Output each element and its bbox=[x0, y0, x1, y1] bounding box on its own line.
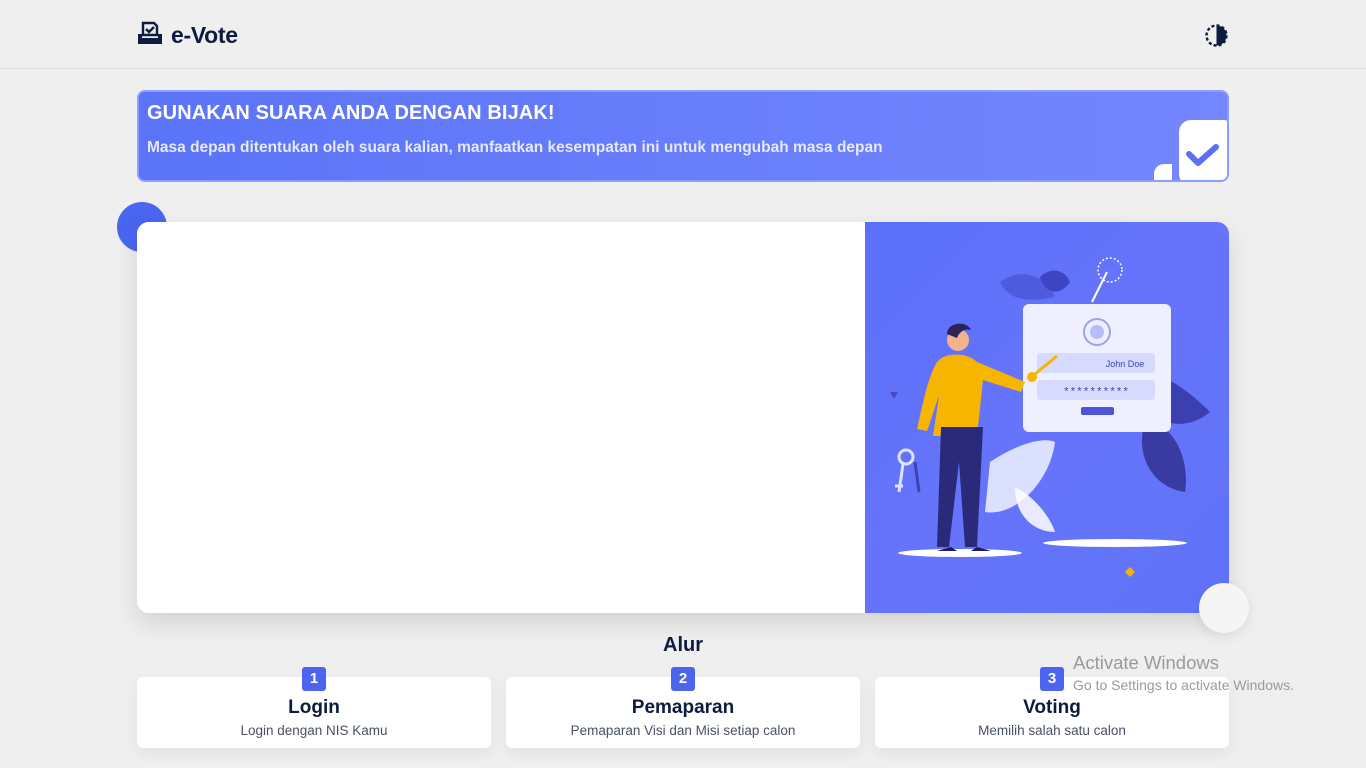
step-number-badge: 2 bbox=[671, 667, 695, 691]
app-name: e-Vote bbox=[171, 22, 238, 48]
step-title: Voting bbox=[1023, 697, 1081, 718]
step-description: Memilih salah satu calon bbox=[978, 723, 1126, 738]
step-description: Pemaparan Visi dan Misi setiap calon bbox=[570, 723, 796, 738]
checkmark-icon bbox=[1179, 120, 1227, 180]
hero-banner: GUNAKAN SUARA ANDA DENGAN BIJAK! Masa de… bbox=[137, 90, 1229, 182]
illustration-name-field: John Doe bbox=[1106, 359, 1145, 369]
step-card-voting: 3 Voting Memilih salah satu calon bbox=[875, 667, 1229, 748]
step-title: Pemaparan bbox=[631, 697, 735, 718]
step-title: Login bbox=[288, 697, 340, 718]
decorative-shape bbox=[1154, 164, 1172, 180]
flow-title: Alur bbox=[663, 634, 703, 656]
contrast-toggle-icon[interactable] bbox=[1204, 23, 1229, 48]
step-card-pemaparan: 2 Pemaparan Pemaparan Visi dan Misi seti… bbox=[506, 667, 860, 748]
step-number-badge: 3 bbox=[1040, 667, 1064, 691]
content-panel bbox=[137, 222, 865, 613]
decorative-circle bbox=[1199, 583, 1249, 633]
login-illustration: John Doe ********** bbox=[865, 222, 1229, 613]
hero-subtitle: Masa depan ditentukan oleh suara kalian,… bbox=[147, 139, 883, 156]
brand[interactable]: e-Vote bbox=[137, 21, 238, 50]
top-navbar: e-Vote bbox=[0, 0, 1366, 69]
step-number-badge: 1 bbox=[302, 667, 326, 691]
illustration-password-field: ********** bbox=[1063, 387, 1129, 399]
ballot-box-icon bbox=[137, 21, 163, 50]
step-card-login: 1 Login Login dengan NIS Kamu bbox=[137, 667, 491, 748]
step-description: Login dengan NIS Kamu bbox=[240, 723, 388, 738]
main-card: John Doe ********** bbox=[137, 222, 1229, 613]
hero-title: GUNAKAN SUARA ANDA DENGAN BIJAK! bbox=[147, 102, 555, 124]
